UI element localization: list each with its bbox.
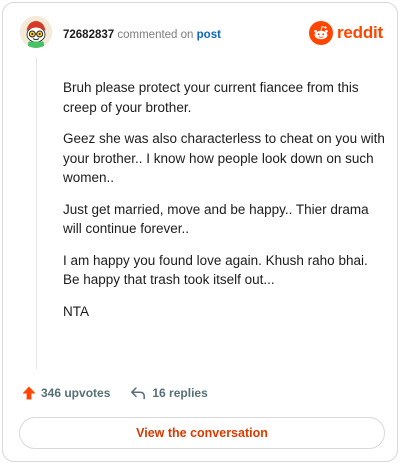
- comment-paragraph: Bruh please protect your current fiancee…: [63, 80, 359, 115]
- comment-paragraph: I am happy you found love again. Khush r…: [63, 252, 368, 288]
- thread-line: [36, 57, 37, 369]
- reply-arrow-icon: [131, 387, 146, 400]
- snoo-avatar-icon[interactable]: [20, 16, 52, 48]
- post-link[interactable]: post: [197, 29, 221, 41]
- comment-paragraph: Geez she was also characterless to cheat…: [63, 131, 385, 185]
- reddit-brand[interactable]: reddit: [309, 21, 383, 45]
- comment-body: Bruh please protect your current fiancee…: [63, 78, 385, 333]
- comment-paragraph: Just get married, move and be happy.. Th…: [63, 201, 369, 237]
- comment-paragraph: NTA: [63, 303, 89, 319]
- upvotes-stat[interactable]: 346 upvotes: [21, 385, 110, 401]
- comment-header: 72682837 commented on post: [63, 27, 221, 43]
- comment-card: 72682837 commented on post reddit Bruh p…: [2, 2, 398, 462]
- view-conversation-button[interactable]: View the conversation: [19, 417, 385, 449]
- upvotes-count: 346 upvotes: [41, 386, 111, 400]
- action-text: commented on: [117, 29, 194, 41]
- reddit-logo-icon: [309, 21, 333, 45]
- replies-stat[interactable]: 16 replies: [130, 385, 208, 401]
- username-link[interactable]: 72682837: [63, 29, 114, 41]
- replies-count: 16 replies: [152, 386, 208, 400]
- comment-stats: 346 upvotes 16 replies: [21, 385, 208, 401]
- reddit-wordmark: reddit: [337, 23, 384, 42]
- upvote-arrow-icon: [22, 386, 36, 400]
